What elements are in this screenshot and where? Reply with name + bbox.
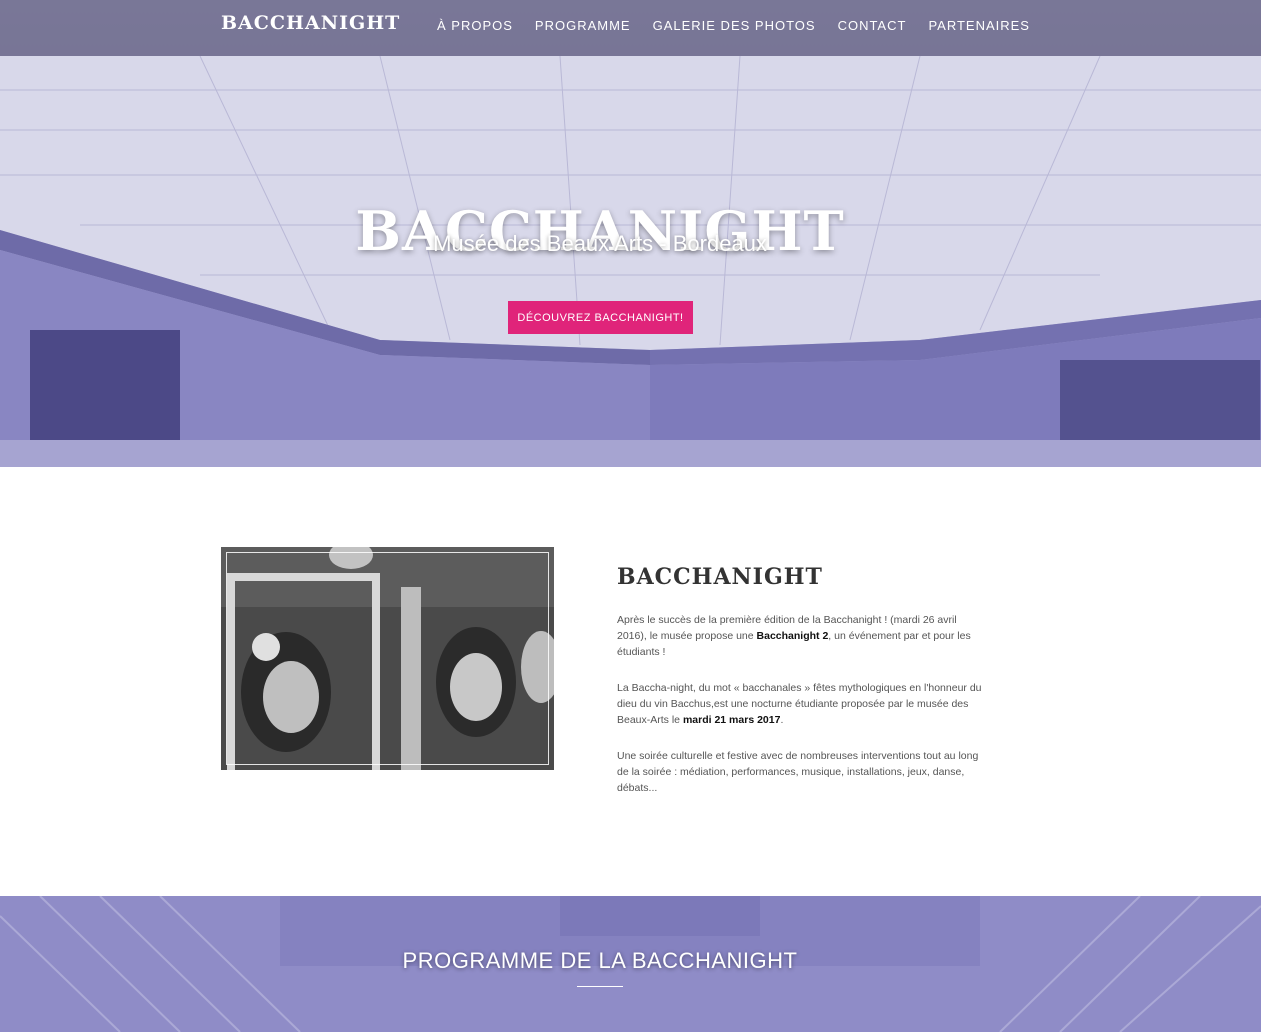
nav-item-partenaires[interactable]: PARTENAIRES: [928, 18, 1030, 33]
about-heading: BACCHANIGHT: [617, 564, 823, 591]
about-text: .: [780, 714, 784, 726]
nav-item-programme[interactable]: PROGRAMME: [535, 18, 631, 33]
about-paragraph-2: La Baccha-night, du mot « bacchanales » …: [617, 680, 983, 728]
about-photo: [221, 547, 554, 770]
discover-button[interactable]: DÉCOUVREZ BACCHANIGHT!: [508, 301, 693, 334]
about-paragraph-3: Une soirée culturelle et festive avec de…: [617, 750, 979, 794]
programme-title: PROGRAMME DE LA BACCHANIGHT: [402, 948, 798, 973]
photo-frame-border: [226, 552, 549, 765]
navbar: BACCHANIGHT À PROPOS PROGRAMME GALERIE D…: [0, 0, 1261, 56]
about-paragraph-1: Après le succès de la première édition d…: [617, 612, 983, 660]
programme-section: PROGRAMME DE LA BACCHANIGHT: [0, 896, 1261, 1032]
programme-divider: [577, 986, 623, 987]
nav-item-galerie[interactable]: GALERIE DES PHOTOS: [653, 18, 816, 33]
main-nav: À PROPOS PROGRAMME GALERIE DES PHOTOS CO…: [437, 18, 1030, 33]
about-text: La Baccha-night, du mot « bacchanales » …: [617, 682, 982, 726]
hero-section: BACCHANIGHT À PROPOS PROGRAMME GALERIE D…: [0, 0, 1261, 467]
nav-item-a-propos[interactable]: À PROPOS: [437, 18, 513, 33]
hero-subtitle: Musée des Beaux Arts - Bordeaux: [433, 231, 767, 256]
nav-item-contact[interactable]: CONTACT: [838, 18, 907, 33]
about-bold-text: mardi 21 mars 2017: [682, 714, 781, 726]
brand-logo[interactable]: BACCHANIGHT: [221, 12, 400, 34]
about-bold-text: Bacchanight 2: [756, 630, 829, 642]
